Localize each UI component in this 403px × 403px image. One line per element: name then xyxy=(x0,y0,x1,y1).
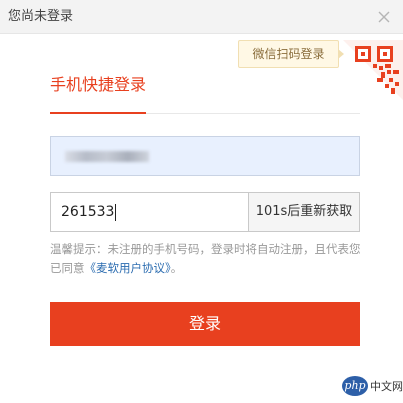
text-caret xyxy=(115,203,117,221)
qr-code-icon[interactable] xyxy=(343,40,403,100)
login-button[interactable]: 登录 xyxy=(50,302,360,346)
user-agreement-link[interactable]: 《麦软用户协议》 xyxy=(85,261,171,275)
blurred-phone-number xyxy=(65,151,149,162)
resend-code-button[interactable]: 101s后重新获取 xyxy=(248,192,360,232)
watermark-logo: php xyxy=(342,376,368,396)
verification-code-value: 261533 xyxy=(61,204,115,220)
qr-login-tip[interactable]: 微信扫码登录 xyxy=(238,40,344,68)
tab-phone-quick-login[interactable]: 手机快捷登录 xyxy=(50,75,146,95)
dialog-title: 您尚未登录 xyxy=(8,9,74,24)
phone-number-field[interactable] xyxy=(50,136,360,176)
tab-active-indicator xyxy=(50,112,146,114)
dialog-title-bar: 您尚未登录 xyxy=(0,0,403,34)
verification-code-field[interactable]: 261533 xyxy=(50,192,248,232)
watermark: php 中文网 xyxy=(338,370,403,402)
registration-notice: 温馨提示：未注册的手机号码，登录时将自动注册，且代表您已同意《麦软用户协议》。 xyxy=(50,240,362,278)
close-icon[interactable] xyxy=(375,8,393,26)
notice-suffix: 。 xyxy=(170,261,183,275)
watermark-text: 中文网 xyxy=(370,380,403,393)
tab-divider xyxy=(146,113,360,114)
